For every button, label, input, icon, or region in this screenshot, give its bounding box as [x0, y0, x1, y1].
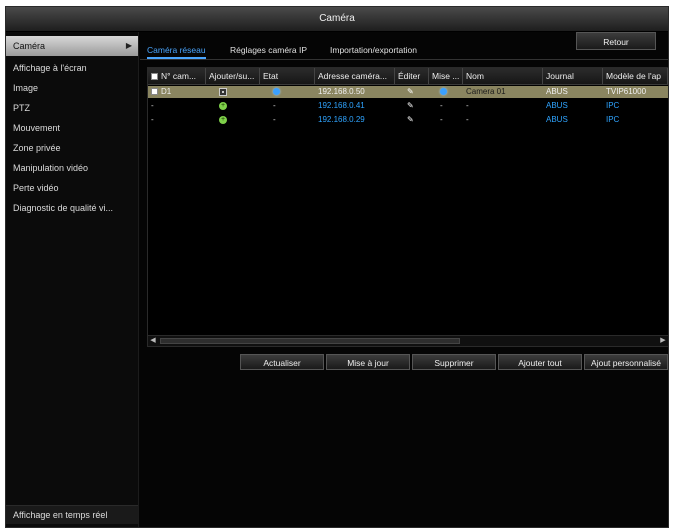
sidebar-item-quality-diagnostic[interactable]: Diagnostic de qualité vi...	[6, 198, 138, 218]
sidebar-item-video-tampering[interactable]: Manipulation vidéo	[6, 158, 138, 178]
live-view-button[interactable]: Affichage en temps réel	[6, 505, 138, 524]
sidebar-item-osd[interactable]: Affichage à l'écran	[6, 58, 138, 78]
header-address: Adresse caméra...	[315, 68, 395, 84]
model: TVIP61000	[606, 87, 647, 96]
tab-import-export[interactable]: Importation/exportation	[330, 43, 417, 57]
sidebar-item-motion[interactable]: Mouvement	[6, 118, 138, 138]
pencil-icon[interactable]: ✎	[407, 100, 414, 112]
journal: ABUS	[546, 87, 568, 96]
sidebar-item-camera[interactable]: Caméra ▶	[6, 36, 138, 56]
status-dot-icon	[273, 88, 280, 96]
header-select-all[interactable]: N° cam...	[148, 68, 206, 84]
camera-window: Caméra Caméra ▶ Affichage à l'écran Imag…	[5, 6, 669, 528]
sidebar-item-video-loss[interactable]: Perte vidéo	[6, 178, 138, 198]
add-camera-icon[interactable]: +	[219, 115, 227, 124]
header-add-remove: Ajouter/su...	[206, 68, 260, 84]
scroll-right-icon[interactable]: ▶	[658, 336, 668, 346]
model: IPC	[606, 101, 620, 110]
table-row[interactable]: - + - 192.168.0.29 ✎ - - ABUS IPC	[148, 114, 668, 126]
add-camera-icon[interactable]: +	[219, 101, 227, 110]
update-button[interactable]: Mise à jour	[326, 354, 410, 370]
journal: ABUS	[546, 101, 568, 110]
remove-camera-icon[interactable]	[219, 87, 227, 96]
status-dot-icon[interactable]	[440, 88, 447, 96]
ip-address: 192.168.0.41	[318, 101, 365, 110]
camera-name: Camera 01	[466, 87, 506, 96]
add-all-button[interactable]: Ajouter tout	[498, 354, 582, 370]
delete-button[interactable]: Supprimer	[412, 354, 496, 370]
pencil-icon[interactable]: ✎	[407, 86, 414, 98]
sidebar-item-image[interactable]: Image	[6, 78, 138, 98]
pencil-icon[interactable]: ✎	[407, 114, 414, 126]
sidebar-item-ptz[interactable]: PTZ	[6, 98, 138, 118]
header-journal: Journal	[543, 68, 603, 84]
sidebar-item-label: Caméra	[13, 41, 46, 51]
header-update: Mise ...	[429, 68, 463, 84]
sidebar-item-privacy-zone[interactable]: Zone privée	[6, 138, 138, 158]
checkbox-icon[interactable]	[151, 73, 158, 81]
tab-network-camera[interactable]: Caméra réseau	[147, 43, 206, 59]
sidebar: Caméra ▶ Affichage à l'écran Image PTZ M…	[6, 32, 139, 527]
horizontal-scrollbar[interactable]: ◀ ▶	[148, 335, 668, 346]
journal: ABUS	[546, 115, 568, 124]
header-state: Etat	[260, 68, 315, 84]
refresh-button[interactable]: Actualiser	[240, 354, 324, 370]
window-title: Caméra	[6, 7, 668, 32]
custom-add-button[interactable]: Ajout personnalisé	[584, 354, 668, 370]
table-header: N° cam... Ajouter/su... Etat Adresse cam…	[148, 68, 668, 85]
checkbox-icon[interactable]	[151, 88, 158, 96]
header-model: Modèle de l'ap	[603, 68, 668, 84]
ip-address: 192.168.0.50	[318, 87, 365, 96]
chevron-right-icon: ▶	[125, 41, 132, 50]
scroll-thumb[interactable]	[160, 338, 460, 344]
camera-table: N° cam... Ajouter/su... Etat Adresse cam…	[147, 67, 669, 347]
header-name: Nom	[463, 68, 543, 84]
table-row[interactable]: D1 192.168.0.50 ✎ Camera 01 ABUS TVIP610…	[148, 86, 668, 98]
ip-address: 192.168.0.29	[318, 115, 365, 124]
main-panel: Caméra réseau Réglages caméra IP Importa…	[140, 32, 669, 527]
model: IPC	[606, 115, 620, 124]
header-edit: Éditer	[395, 68, 429, 84]
table-row[interactable]: - + - 192.168.0.41 ✎ - - ABUS IPC	[148, 100, 668, 112]
back-button[interactable]: Retour	[576, 32, 656, 50]
scroll-left-icon[interactable]: ◀	[148, 336, 158, 346]
tab-ip-camera-settings[interactable]: Réglages caméra IP	[230, 43, 307, 57]
